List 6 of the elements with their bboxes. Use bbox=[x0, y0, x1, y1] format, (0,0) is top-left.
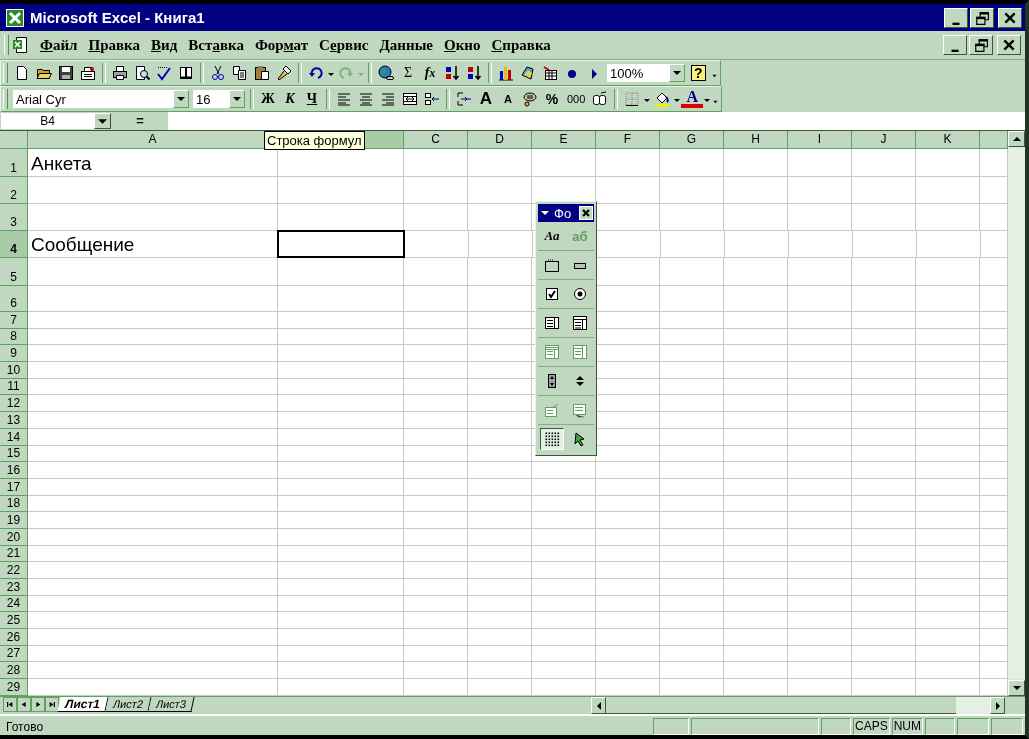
status-indicator: NUM bbox=[891, 718, 923, 735]
status-indicator: CAPS bbox=[853, 718, 890, 735]
status-text: Готово bbox=[6, 719, 45, 734]
toolbar-title: Фо bbox=[554, 205, 573, 221]
window-title: Microsoft Excel - Книга1 bbox=[30, 9, 206, 26]
tooltip: Строка формул bbox=[264, 131, 365, 150]
